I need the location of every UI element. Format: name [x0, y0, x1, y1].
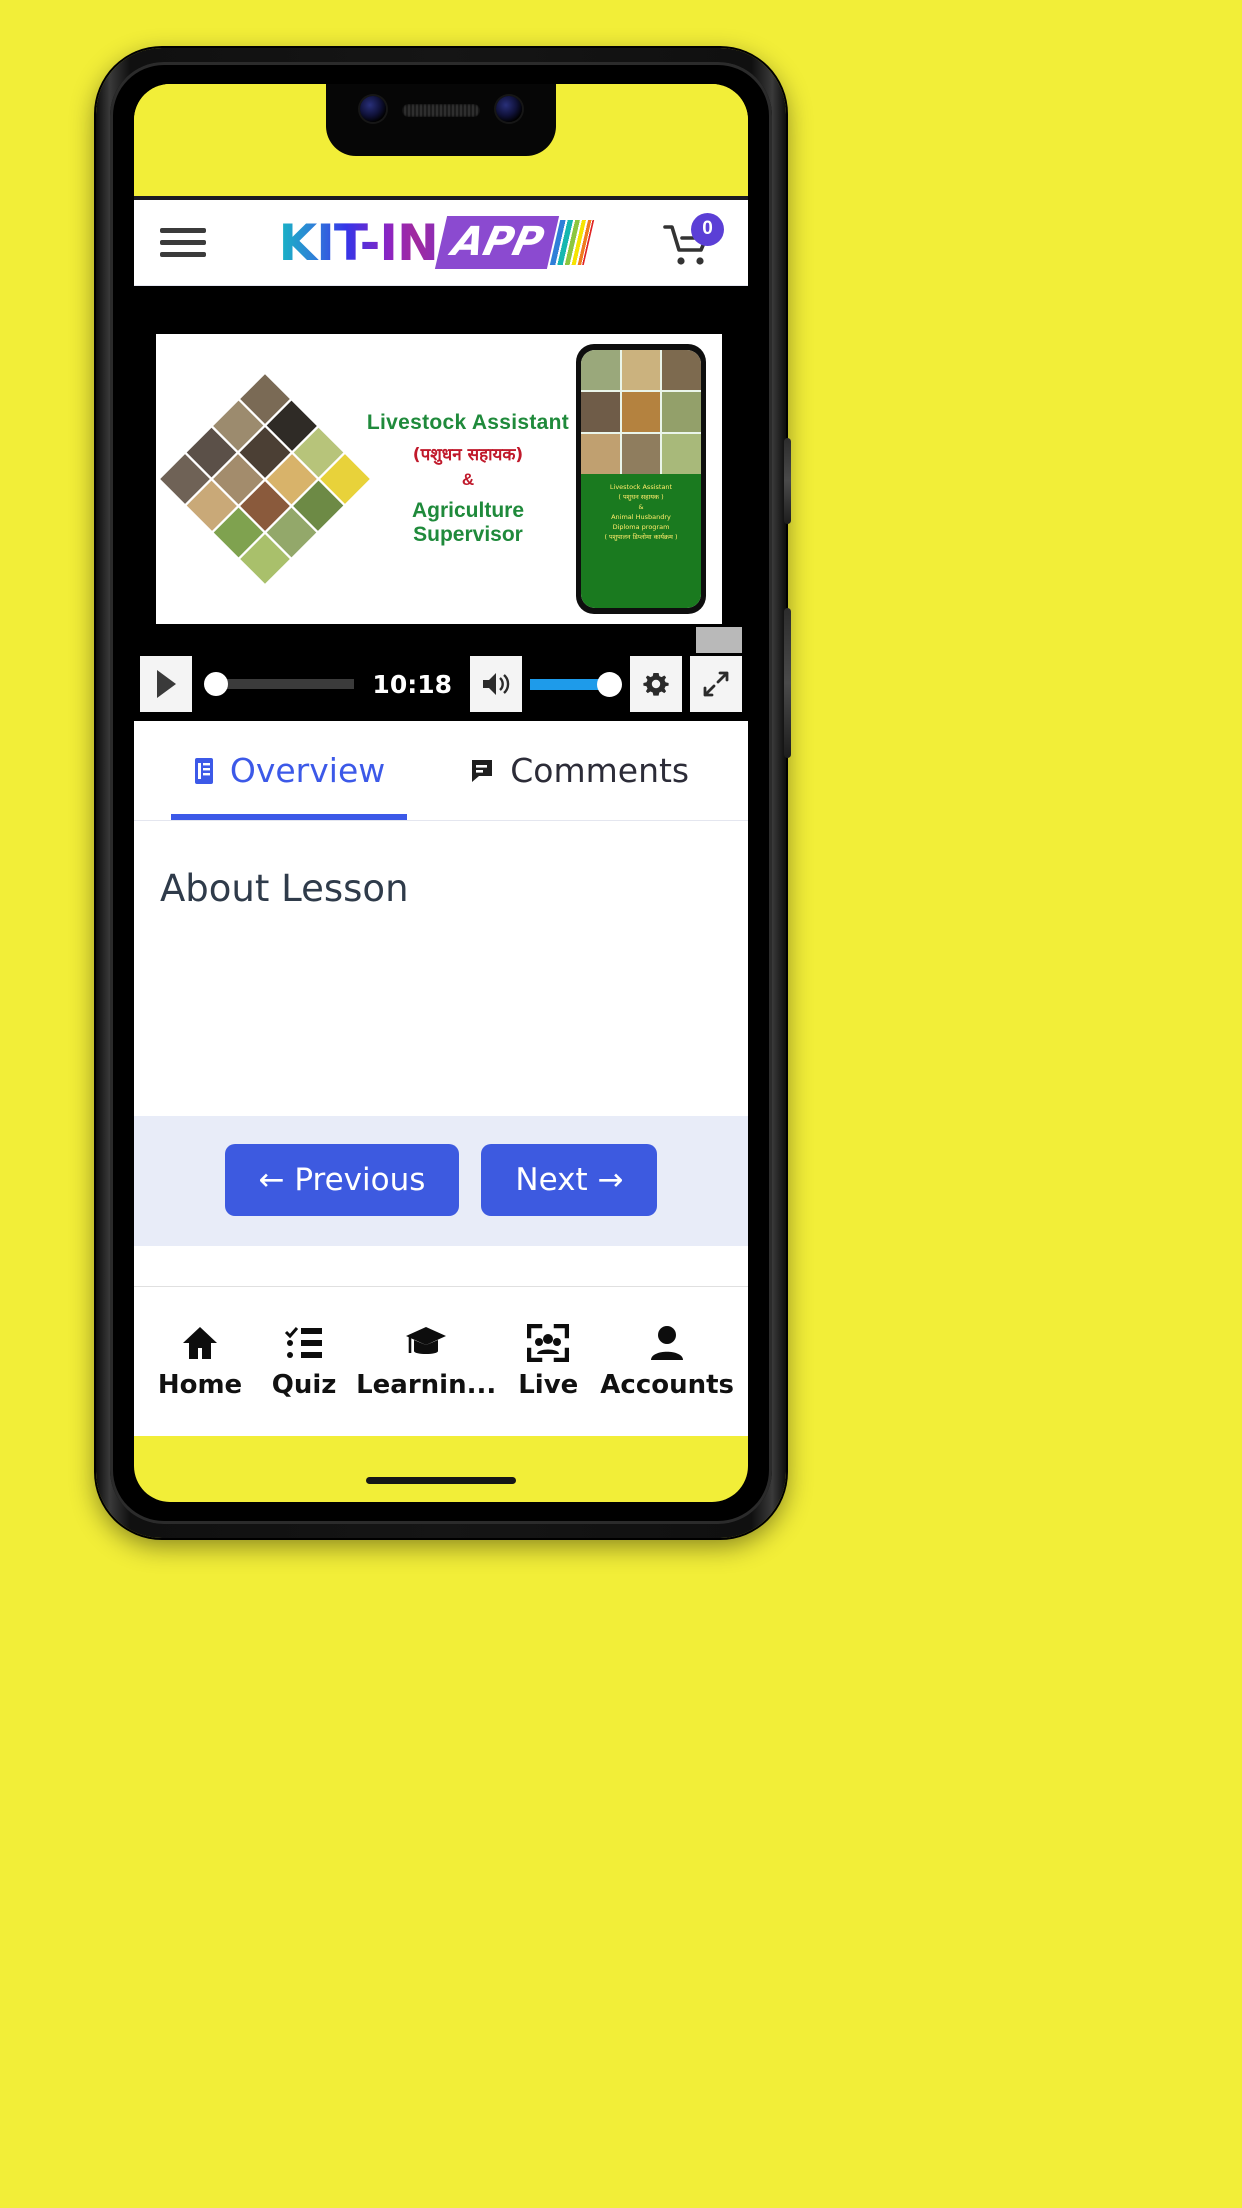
play-button[interactable]	[140, 656, 192, 712]
earpiece-speaker	[402, 104, 480, 117]
phone-bezel: KIT-IN APP 0 Livestock Assistant (पशुधन …	[110, 62, 772, 1524]
tab-comments[interactable]: Comments	[447, 721, 711, 820]
seek-handle[interactable]	[204, 672, 228, 696]
app-logo: KIT-IN APP	[206, 213, 662, 272]
phone-volume-button[interactable]	[784, 608, 791, 758]
video-player[interactable]: Livestock Assistant (पशुधन सहायक) & Agri…	[134, 286, 748, 721]
nav-item-accounts-label: Accounts	[600, 1369, 735, 1400]
lesson-navigation: ← Previous Next →	[134, 1116, 748, 1246]
hamburger-menu-icon[interactable]	[160, 228, 206, 257]
bottom-navigation: Home Quiz Learnin... Live Accounts	[134, 1286, 748, 1436]
nav-item-live[interactable]: Live	[496, 1323, 600, 1400]
phone-device-frame: KIT-IN APP 0 Livestock Assistant (पशुधन …	[96, 48, 791, 1538]
phone-screen: KIT-IN APP 0 Livestock Assistant (पशुधन …	[134, 84, 748, 1502]
slide-title-en: Livestock Assistant	[366, 411, 570, 434]
seek-bar[interactable]	[204, 656, 355, 712]
play-icon	[157, 670, 176, 698]
volume-high-icon	[483, 673, 510, 695]
lesson-content: About Lesson	[134, 821, 748, 1116]
slide-text-block: Livestock Assistant (पशुधन सहायक) & Agri…	[360, 411, 576, 547]
nav-item-quiz[interactable]: Quiz	[252, 1324, 356, 1400]
logo-app-badge: APP	[434, 216, 559, 269]
slide-phone-mockup: Livestock Assistant( पशुधन सहायक ) & Anima…	[576, 344, 706, 614]
video-slide: Livestock Assistant (पशुधन सहायक) & Agri…	[156, 334, 722, 624]
slide-subtitle-en: Agriculture Supervisor	[411, 499, 524, 546]
nav-item-home[interactable]: Home	[148, 1324, 252, 1400]
nav-item-home-label: Home	[157, 1369, 243, 1400]
tab-comments-label: Comments	[510, 751, 690, 790]
fullscreen-icon	[703, 671, 729, 697]
nav-item-accounts[interactable]: Accounts	[600, 1324, 734, 1400]
about-lesson-heading: About Lesson	[160, 867, 409, 910]
content-spacer	[134, 1246, 748, 1286]
previous-button[interactable]: ← Previous	[224, 1144, 460, 1216]
fullscreen-button[interactable]	[690, 627, 742, 712]
phone-power-button[interactable]	[784, 438, 791, 524]
nav-item-learning[interactable]: Learnin...	[356, 1324, 496, 1400]
comment-icon	[472, 759, 493, 782]
home-indicator	[366, 1477, 516, 1484]
logo-rainbow-stripes-icon	[550, 220, 595, 265]
nav-item-learning-label: Learnin...	[356, 1369, 497, 1400]
live-group-icon	[527, 1323, 570, 1362]
slide-ampersand: &	[461, 470, 475, 489]
tab-overview[interactable]: Overview	[170, 721, 408, 820]
app-viewport: KIT-IN APP 0 Livestock Assistant (पशुधन …	[134, 196, 748, 1436]
front-camera-icon	[360, 96, 386, 122]
animal-photo-mosaic	[160, 374, 370, 584]
tab-overview-label: Overview	[229, 751, 386, 790]
settings-button[interactable]	[630, 656, 682, 712]
document-icon	[194, 757, 213, 784]
mockup-caption: Livestock Assistant( पशुधन सहायक ) & Anima…	[581, 473, 701, 608]
nav-item-quiz-label: Quiz	[271, 1369, 337, 1400]
volume-fill	[530, 678, 602, 690]
screenshot-root: KIT-IN APP 0 Livestock Assistant (पशुधन …	[0, 0, 1242, 2208]
cart-button[interactable]: 0	[662, 212, 724, 271]
home-icon	[183, 1326, 218, 1359]
video-duration: 10:18	[372, 669, 452, 699]
nav-item-live-label: Live	[518, 1369, 579, 1400]
volume-slider[interactable]	[530, 671, 622, 697]
app-header: KIT-IN APP 0	[134, 200, 748, 286]
gear-icon	[643, 673, 669, 696]
logo-text: KIT-IN	[278, 213, 439, 272]
checklist-icon	[285, 1326, 323, 1358]
mockup-photo-mosaic	[581, 350, 701, 474]
next-button[interactable]: Next →	[481, 1144, 658, 1216]
fullscreen-hover-chip	[696, 627, 742, 653]
status-bar-area	[134, 84, 748, 196]
sensor-icon	[496, 96, 522, 122]
person-icon	[651, 1325, 684, 1360]
volume-handle[interactable]	[597, 671, 622, 697]
display-notch	[326, 84, 556, 156]
slide-title-hi: (पशुधन सहायक)	[412, 445, 524, 465]
seek-track[interactable]	[224, 679, 355, 689]
lesson-tabs: Overview Comments	[134, 721, 748, 821]
graduation-cap-icon	[406, 1326, 447, 1354]
video-controls-bar: 10:18	[134, 627, 748, 721]
cart-count-badge: 0	[691, 212, 724, 246]
volume-button[interactable]	[470, 656, 522, 712]
